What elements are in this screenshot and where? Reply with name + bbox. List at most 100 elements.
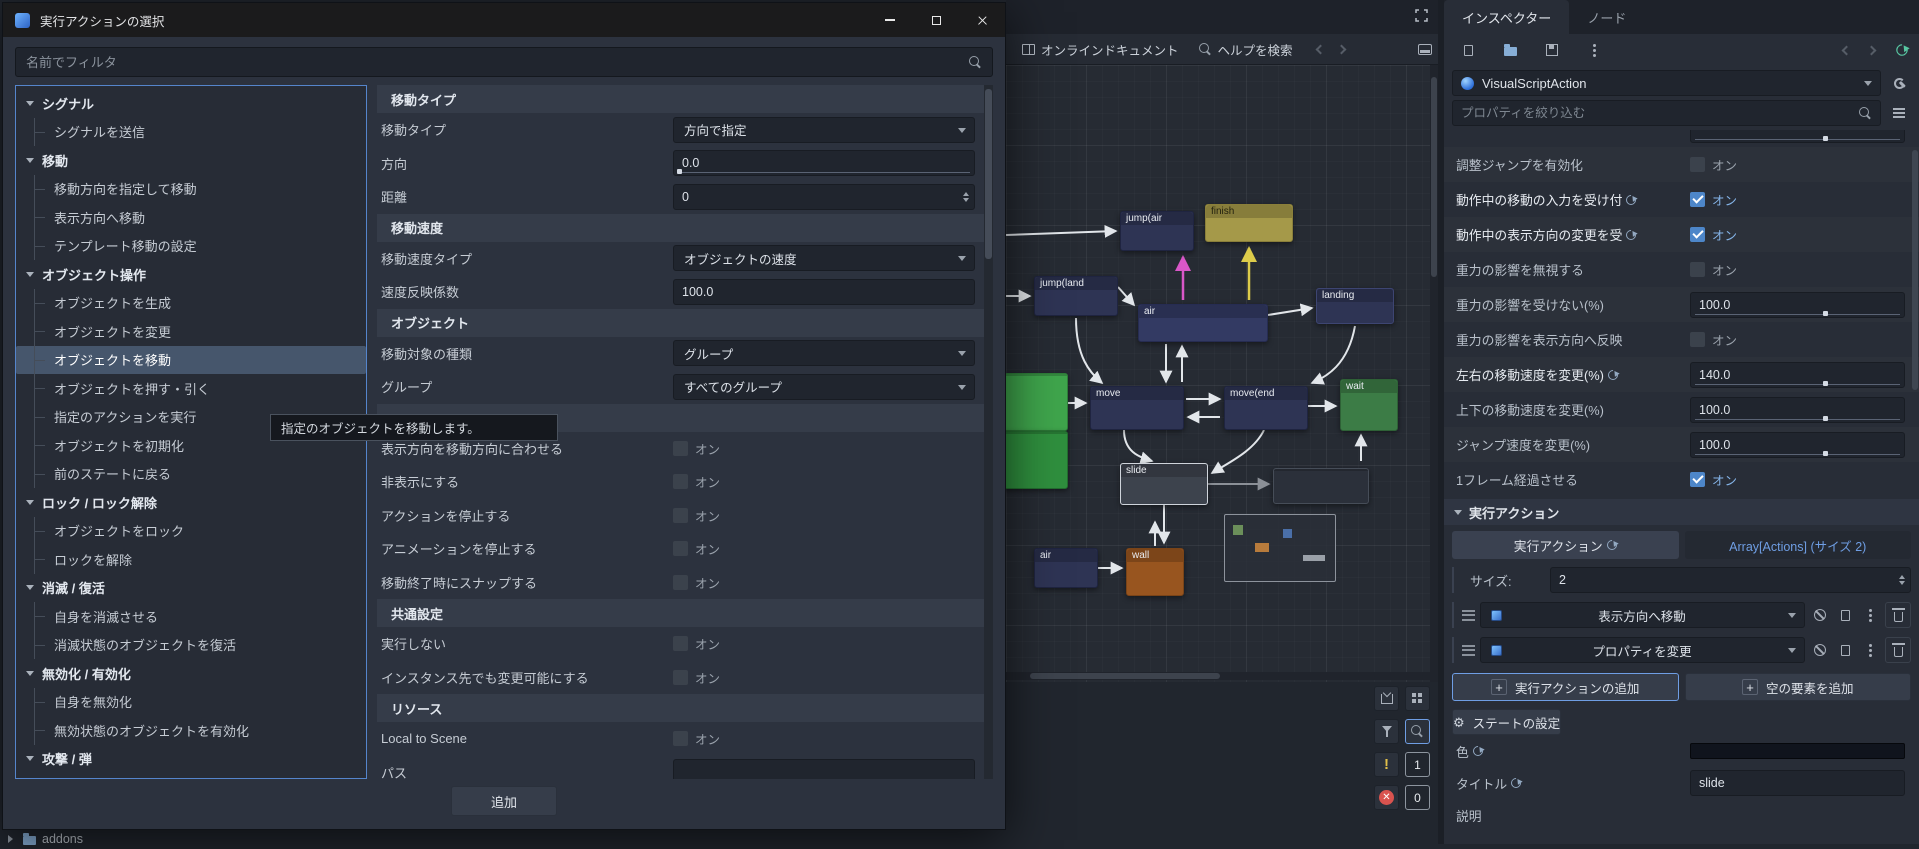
size-spinbox[interactable]: 2: [1550, 567, 1911, 593]
section-header[interactable]: オブジェクト: [377, 308, 993, 337]
graph-node[interactable]: landing: [1316, 288, 1394, 324]
graph-node[interactable]: [1273, 468, 1369, 504]
graph-node[interactable]: move(end: [1224, 386, 1308, 430]
graph-node[interactable]: air: [1138, 304, 1268, 342]
checkbox[interactable]: [673, 636, 688, 652]
delete-button[interactable]: [1885, 637, 1911, 663]
tree-item[interactable]: 前のステートに戻る: [16, 459, 366, 489]
tree-item[interactable]: テンプレート移動の設定: [16, 231, 366, 261]
inspector-scrollbar[interactable]: [1912, 150, 1918, 390]
section-header[interactable]: 移動タイプ: [377, 85, 993, 113]
checkbox[interactable]: [1690, 192, 1705, 207]
tree-item[interactable]: 移動方向を指定して移動: [16, 174, 366, 204]
checkbox[interactable]: [673, 731, 688, 747]
number-field[interactable]: 100.0: [1690, 396, 1905, 423]
checkbox[interactable]: [1690, 157, 1705, 172]
tree-item[interactable]: 無効化 / 有効化: [16, 659, 366, 688]
tab-node[interactable]: ノード: [1569, 0, 1644, 34]
tab-inspector[interactable]: インスペクター: [1444, 0, 1570, 34]
slider-field[interactable]: 0.0: [673, 150, 975, 177]
errors-toggle[interactable]: ✕: [1374, 785, 1399, 810]
filter-messages-button[interactable]: [1374, 719, 1399, 744]
warnings-toggle[interactable]: !: [1374, 752, 1399, 777]
number-field[interactable]: 100.0: [1690, 291, 1905, 318]
maximize-button[interactable]: [913, 3, 959, 37]
clear-button[interactable]: [1810, 639, 1830, 661]
dropdown[interactable]: オブジェクトの速度: [673, 245, 975, 272]
tree-item[interactable]: オブジェクトを変更: [16, 317, 366, 346]
tree-item[interactable]: ロック / ロック解除: [16, 488, 366, 517]
checkbox[interactable]: [673, 474, 688, 490]
state-settings-button[interactable]: ⚙ ステートの設定: [1452, 709, 1562, 735]
title-field[interactable]: slide: [1690, 770, 1905, 796]
object-selector-dropdown[interactable]: VisualScriptAction: [1452, 70, 1881, 96]
extra-tools-button[interactable]: [1887, 71, 1911, 95]
color-swatch[interactable]: [1690, 743, 1905, 759]
dropdown[interactable]: 方向で指定: [673, 116, 975, 143]
revert-icon[interactable]: [1470, 743, 1485, 759]
close-button[interactable]: [959, 3, 1005, 37]
search-help-button[interactable]: ヘルプを検索: [1191, 36, 1301, 63]
action-resource-dropdown[interactable]: 表示方向へ移動: [1480, 602, 1805, 628]
new-resource-button[interactable]: [1456, 38, 1480, 62]
minimize-button[interactable]: [867, 3, 913, 37]
history-back-icon[interactable]: [1841, 45, 1852, 55]
checkbox[interactable]: [673, 541, 688, 557]
make-floating-button[interactable]: [1405, 686, 1430, 711]
array-value-button[interactable]: Array[Actions] (サイズ 2): [1684, 531, 1911, 559]
graph-node[interactable]: air: [1034, 548, 1098, 588]
add-empty-button[interactable]: + 空の要素を追加: [1684, 673, 1911, 701]
graph-node[interactable]: jump(land: [1034, 276, 1118, 316]
spin-field[interactable]: 0: [673, 183, 975, 210]
caret-down-icon[interactable]: [26, 585, 34, 594]
history-back-icon[interactable]: [1315, 44, 1325, 54]
expand-bottom-panel-button[interactable]: [1374, 686, 1399, 711]
array-property-button[interactable]: 実行アクション: [1452, 531, 1679, 559]
revert-icon[interactable]: [1604, 537, 1619, 553]
graph-node[interactable]: move: [1090, 386, 1184, 430]
tree-item[interactable]: オブジェクトを押す・引く: [16, 374, 366, 403]
filesystem-addons-row[interactable]: addons: [8, 829, 83, 849]
extra-options-button[interactable]: [1860, 639, 1880, 661]
delete-button[interactable]: [1885, 602, 1911, 628]
checkbox[interactable]: [673, 574, 688, 590]
search-messages-button[interactable]: [1405, 719, 1430, 744]
text-field[interactable]: [673, 759, 975, 779]
graph-node[interactable]: wall: [1126, 548, 1184, 596]
caret-down-icon[interactable]: [26, 271, 34, 281]
add-button[interactable]: 追加: [451, 786, 557, 816]
checkbox[interactable]: [1690, 332, 1705, 347]
caret-down-icon[interactable]: [26, 499, 34, 509]
checkbox[interactable]: [1690, 262, 1705, 277]
properties-scrollbar[interactable]: [984, 85, 993, 779]
tree-item[interactable]: オブジェクト操作: [16, 260, 366, 289]
graph-vertical-scrollbar[interactable]: [1430, 65, 1438, 682]
drag-handle-icon[interactable]: [1462, 609, 1475, 621]
tree-item[interactable]: 消滅状態のオブジェクトを復活: [16, 630, 366, 660]
caret-down-icon[interactable]: [26, 670, 34, 680]
expand-fullscreen-icon[interactable]: [1415, 9, 1428, 25]
resource-menu-button[interactable]: [1582, 38, 1606, 62]
property-filter-input[interactable]: [1461, 106, 1859, 120]
load-resource-button[interactable]: [1498, 38, 1522, 62]
spinner-arrows-icon[interactable]: [963, 189, 969, 205]
edit-resource-button[interactable]: [1835, 639, 1855, 661]
dropdown[interactable]: グループ: [673, 340, 975, 367]
checkbox[interactable]: [673, 669, 688, 685]
section-exec-actions[interactable]: 実行アクション: [1444, 499, 1919, 525]
tree-item[interactable]: シグナル: [16, 89, 366, 118]
tree-item[interactable]: 攻撃 / 弾: [16, 745, 366, 774]
tree-item[interactable]: オブジェクトを生成: [16, 288, 366, 318]
tree-item[interactable]: シグナルを送信: [16, 117, 366, 147]
tree-item[interactable]: 自身を無効化: [16, 687, 366, 717]
caret-down-icon[interactable]: [26, 756, 34, 765]
history-forward-icon[interactable]: [1336, 44, 1346, 54]
graph-node[interactable]: wait: [1340, 379, 1398, 431]
tree-item[interactable]: ロックを解除: [16, 545, 366, 574]
graph-node[interactable]: jump(air: [1120, 211, 1194, 251]
tree-item[interactable]: 自身を消滅させる: [16, 602, 366, 631]
tree-item[interactable]: 無効状態のオブジェクトを有効化: [16, 716, 366, 745]
state-machine-graph[interactable]: jump(air finish jump(land air landing mo…: [1006, 65, 1438, 682]
online-docs-button[interactable]: オンラインドキュメント: [1014, 36, 1187, 63]
revert-icon[interactable]: [1624, 192, 1639, 207]
